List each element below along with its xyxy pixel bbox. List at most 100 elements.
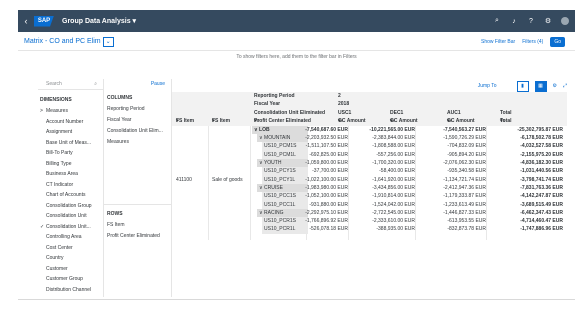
amount-cell: -2,412,947.36 EUR [443, 184, 486, 191]
settings-icon[interactable]: ⚙ [553, 83, 557, 89]
amount-cell: -692,825.00 EUR [309, 151, 348, 158]
table-row: US10_PCR1L -526,078.18 EUR -388,935.00 EUR… [172, 225, 567, 234]
dimension-item[interactable]: Country [38, 253, 103, 264]
rows-heading: ROWS [107, 211, 123, 217]
amount-cell: -1,641,920.00 EUR [372, 176, 415, 183]
profit-center-cell[interactable]: US10_PCC1S [262, 192, 308, 201]
dimension-item[interactable]: Distribution Channel [38, 285, 103, 296]
column-item[interactable]: Reporting Period [103, 104, 171, 115]
dimension-item[interactable]: Business Area [38, 169, 103, 180]
dimension-item[interactable]: Controlling Area [38, 232, 103, 243]
measure-usc1[interactable]: GC Amount ▾≡ [338, 117, 366, 125]
dimension-item[interactable]: Customer [38, 264, 103, 275]
measure-auc1[interactable]: GC Amount ▾≡ [447, 117, 475, 125]
column-item[interactable]: Fiscal Year [103, 115, 171, 126]
amount-cell: -1,059,800.00 EUR [305, 160, 348, 167]
go-button[interactable]: Go [550, 36, 565, 47]
back-icon[interactable]: ‹ [18, 16, 34, 26]
profit-center-cell[interactable]: US10_PCM1L [262, 150, 308, 160]
amount-cell: -1,233,613.49 EUR [443, 201, 486, 208]
help-icon[interactable]: ? [527, 17, 535, 25]
dimension-item[interactable]: Consolidation Unit [38, 211, 103, 222]
dimension-label: Consolidation Group [46, 202, 92, 209]
chevron-down-icon[interactable]: ⌄ [102, 36, 114, 47]
search-input[interactable]: Search ⌕ [38, 79, 103, 90]
jump-to-link[interactable]: Jump To [478, 83, 497, 89]
profit-center-cell[interactable]: ∨ MOUNTAIN [257, 134, 308, 143]
profit-center-cell[interactable]: ∨ LOB [252, 125, 308, 135]
amount-cell: -1,700,320.00 EUR [372, 160, 415, 167]
amount-cell: -1,511,107.50 EUR [305, 143, 348, 150]
fullscreen-icon[interactable]: ⤢ [563, 83, 567, 89]
amount-cell: -2,383,844.00 EUR [372, 135, 415, 142]
table-row: US10_PCM1S -1,511,107.50 EUR -1,808,588.00… [172, 142, 567, 151]
amount-cell: -2,292,975.10 EUR [305, 209, 348, 216]
filters-link[interactable]: Filters (4) [522, 39, 543, 45]
amount-cell: -832,873.78 EUR [447, 226, 486, 233]
profit-center-cell[interactable]: US10_PCY1L [262, 175, 308, 184]
amount-cell: -2,722,545.00 EUR [372, 209, 415, 216]
avatar[interactable] [561, 17, 569, 25]
pc-elim-header[interactable]: Profit Center Eliminated ▾≡ [254, 117, 311, 125]
table-row: US10_PCC1S -1,052,100.00 EUR -1,910,814.00… [172, 192, 567, 201]
amount-cell: -7,540,687.60 EUR [305, 126, 348, 133]
column-item[interactable]: Measures [103, 137, 171, 148]
app-title[interactable]: Group Data Analysis ▾ [62, 17, 136, 25]
dimension-item[interactable]: Assignment [38, 127, 103, 138]
bell-icon[interactable]: ♪ [510, 17, 518, 25]
show-filter-bar-link[interactable]: Show Filter Bar [481, 39, 515, 45]
fs-item-text-header[interactable]: FS Item ▾ [212, 117, 230, 125]
column-item[interactable]: Consolidation Unit Elim... [103, 126, 171, 137]
table-row: ∨ CRUISE -1,983,980.00 EUR -3,434,856.00 E… [172, 183, 567, 193]
dimension-item[interactable]: Chart of Accounts [38, 190, 103, 201]
profit-center-cell[interactable]: US10_PCM1S [262, 142, 308, 151]
profit-center-cell[interactable]: US10_PCC1L [262, 200, 308, 209]
amount-cell: -1,031,440.56 EUR [520, 168, 563, 175]
amount-cell: -3,689,515.49 EUR [520, 201, 563, 208]
amount-cell: -388,935.00 EUR [376, 226, 415, 233]
amount-cell: -10,221,565.00 EUR [369, 126, 415, 133]
table-row: 411100 Sale of goods US10_PCY1L -1,022,100.… [172, 175, 567, 184]
amount-cell: -4,142,247.87 EUR [520, 193, 563, 200]
dimension-item[interactable]: ✓ Consolidation Unit... [38, 222, 103, 233]
profit-center-cell[interactable]: US10_PCR1L [262, 225, 308, 234]
table-row: ∨ YOUTH -1,059,800.00 EUR -1,700,320.00 EU… [172, 159, 567, 168]
profit-center-cell[interactable]: US10_PCY1S [262, 167, 308, 176]
amount-cell: -526,078.18 EUR [309, 226, 348, 233]
dimension-item[interactable]: Customer Group [38, 274, 103, 285]
dimension-item[interactable]: Consolidation Group [38, 201, 103, 212]
table-icon[interactable]: ▦ [534, 80, 547, 92]
dimension-item[interactable]: Base Unit of Meas... [38, 138, 103, 149]
dimension-item[interactable]: Cost Center [38, 243, 103, 254]
page-title: Matrix - CO and PC Elim [24, 38, 101, 45]
dimension-label: Chart of Accounts [46, 192, 86, 199]
measure-dec1[interactable]: GC Amount ▾≡ [390, 117, 418, 125]
dimension-label: Cost Center [46, 244, 73, 251]
pause-button[interactable]: Pause [103, 79, 171, 89]
fs-item-header[interactable]: FS Item ▾ [176, 117, 194, 125]
measure-total[interactable]: Total ▾≡ [500, 117, 512, 125]
dimension-item[interactable]: > Measures [38, 106, 103, 117]
row-item[interactable]: FS Item [103, 220, 171, 231]
gear-icon[interactable]: ⚙ [544, 17, 552, 25]
dimension-item[interactable]: Bill-To Party [38, 148, 103, 159]
columns-list: Reporting Period Fiscal Year Consolidation… [103, 104, 171, 148]
dimension-item[interactable]: Account Number [38, 117, 103, 128]
row-item[interactable]: Profit Center Eliminated [103, 231, 171, 242]
amount-cell: -2,203,932.50 EUR [305, 135, 348, 142]
search-icon[interactable]: ⌕ [493, 17, 501, 25]
dimension-item[interactable]: Billing Type [38, 159, 103, 170]
header-row-measures: FS Item ▾ FS Item ▾ Profit Center Elimin… [172, 116, 567, 126]
amount-cell: -2,333,610.00 EUR [372, 218, 415, 225]
profit-center-cell[interactable]: ∨ CRUISE [257, 183, 308, 193]
search-icon[interactable]: ⌕ [94, 81, 97, 87]
profit-center-cell[interactable]: ∨ YOUTH [257, 159, 308, 168]
profit-center-cell[interactable]: US10_PCR1S [262, 217, 308, 226]
amount-cell: -6,462,347.43 EUR [520, 209, 563, 216]
amount-cell: -58,400.00 EUR [379, 168, 415, 175]
dimension-label: Controlling Area [46, 234, 82, 241]
profit-center-cell[interactable]: ∨ RACING [257, 208, 308, 218]
dimension-item[interactable]: CT Indicator [38, 180, 103, 191]
horizontal-scrollbar[interactable] [18, 299, 575, 300]
chart-icon[interactable]: ▮ [516, 80, 529, 92]
